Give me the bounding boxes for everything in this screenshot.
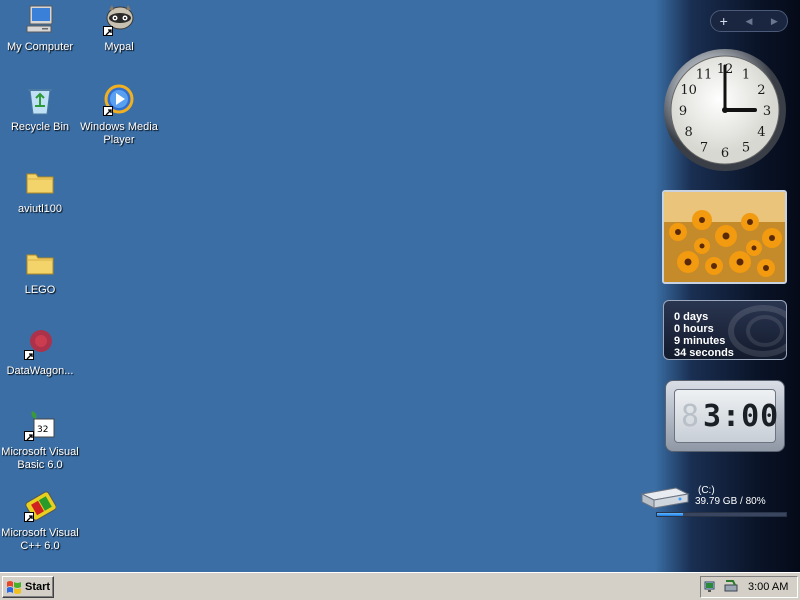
desktop-icon-my-computer[interactable]: My Computer [0, 4, 80, 54]
taskbar: Start 3:00 AM [0, 572, 800, 600]
add-gadget-button[interactable]: + [711, 11, 736, 31]
desktop-icon-datawagon[interactable]: DataWagon... [0, 328, 80, 378]
desktop-icon-aviutl100[interactable]: aviutl100 [0, 166, 80, 216]
folder-icon [24, 247, 56, 279]
previous-gadgets-button[interactable]: ◀ [736, 11, 761, 31]
folder-icon [24, 166, 56, 198]
hard-drive-icon [640, 487, 690, 509]
clock-numeral: 11 [696, 68, 713, 83]
my-computer-icon [24, 4, 56, 36]
clock-numeral: 9 [679, 104, 687, 119]
uptime-days: 0 days [674, 311, 709, 323]
digital-clock-ghost-digit: 8 [681, 399, 699, 434]
desktop-icon-windows-media-player[interactable]: Windows Media Player [79, 84, 159, 147]
mypal-raccoon-icon [103, 4, 135, 36]
svg-text:32: 32 [37, 425, 48, 435]
desktop-icon-label: LEGO [24, 284, 56, 296]
drive-usage-bar [656, 512, 787, 517]
desktop-icon-label: Mypal [104, 41, 134, 53]
uptime-seconds: 34 seconds [674, 347, 734, 359]
uptime-minutes: 9 minutes [674, 335, 726, 347]
desktop-icon-label: aviutl100 [17, 203, 63, 215]
shortcut-arrow-icon [103, 106, 113, 116]
uptime-hours: 0 hours [674, 323, 714, 335]
shortcut-arrow-icon [24, 431, 34, 441]
shortcut-arrow-icon [24, 512, 34, 522]
recycle-bin-icon [24, 84, 56, 116]
uptime-gadget[interactable]: 0 days 0 hours 9 minutes 34 seconds [663, 300, 787, 360]
clock-numeral: 8 [684, 125, 692, 140]
network-icon[interactable] [704, 579, 720, 595]
desktop-icon-lego[interactable]: LEGO [0, 247, 80, 297]
windows-logo-icon [7, 581, 21, 594]
drive-usage-info: 39.79 GB / 80% [695, 496, 766, 507]
slideshow-gadget[interactable] [662, 190, 787, 284]
digital-clock-display: 8 3:00 [674, 389, 780, 443]
desktop[interactable]: My Computer Mypal Recycle Bin Windows Me… [0, 0, 800, 572]
digital-clock-time: 3:00 [703, 399, 780, 434]
shortcut-arrow-icon [103, 26, 113, 36]
visual-cpp-icon [24, 490, 57, 522]
desktop-icon-recycle-bin[interactable]: Recycle Bin [0, 84, 80, 134]
desktop-icon-label: Windows Media Player [80, 121, 158, 146]
desktop-icon-label: DataWagon... [6, 365, 74, 377]
clock-numeral: 1 [742, 68, 750, 83]
visual-basic-icon: 32 [24, 409, 56, 441]
system-tray: 3:00 AM [700, 576, 798, 598]
desktop-icon-mypal[interactable]: Mypal [79, 4, 159, 54]
sidebar-controls: + ◀ ▶ [710, 10, 788, 32]
start-button[interactable]: Start [2, 576, 54, 598]
flower-photo [664, 192, 785, 282]
analog-clock-face: 123456789101112 [664, 49, 786, 171]
desktop-icon-label: Recycle Bin [10, 121, 70, 133]
clock-numeral: 10 [680, 83, 697, 98]
desktop-icon-label: Microsoft Visual Basic 6.0 [1, 446, 79, 471]
clock-numeral: 7 [700, 140, 708, 155]
desktop-icon-visual-basic[interactable]: 32 Microsoft Visual Basic 6.0 [0, 409, 80, 472]
digital-clock-gadget[interactable]: 8 3:00 [665, 380, 785, 452]
desktop-icon-label: Microsoft Visual C++ 6.0 [1, 527, 79, 552]
desktop-icon-label: My Computer [6, 41, 74, 53]
drive-meter-gadget[interactable]: (C:) 39.79 GB / 80% [634, 482, 794, 522]
drive-name: (C:) [698, 485, 715, 496]
shortcut-arrow-icon [24, 350, 34, 360]
safely-remove-hardware-icon[interactable] [723, 579, 739, 595]
next-gadgets-button[interactable]: ▶ [762, 11, 787, 31]
start-label: Start [25, 581, 51, 593]
clock-numeral: 2 [757, 83, 765, 98]
desktop-icon-visual-cpp[interactable]: Microsoft Visual C++ 6.0 [0, 490, 80, 553]
clock-numeral: 5 [742, 140, 750, 155]
analog-clock-gadget[interactable]: 123456789101112 [663, 48, 787, 172]
clock-numeral: 6 [721, 146, 729, 161]
datawagon-icon [24, 328, 56, 360]
windows-media-player-icon [103, 84, 135, 116]
clock-numeral: 3 [763, 104, 771, 119]
clock-numeral: 4 [757, 125, 765, 140]
drive-usage-fill [657, 513, 683, 516]
taskbar-clock[interactable]: 3:00 AM [748, 581, 788, 593]
